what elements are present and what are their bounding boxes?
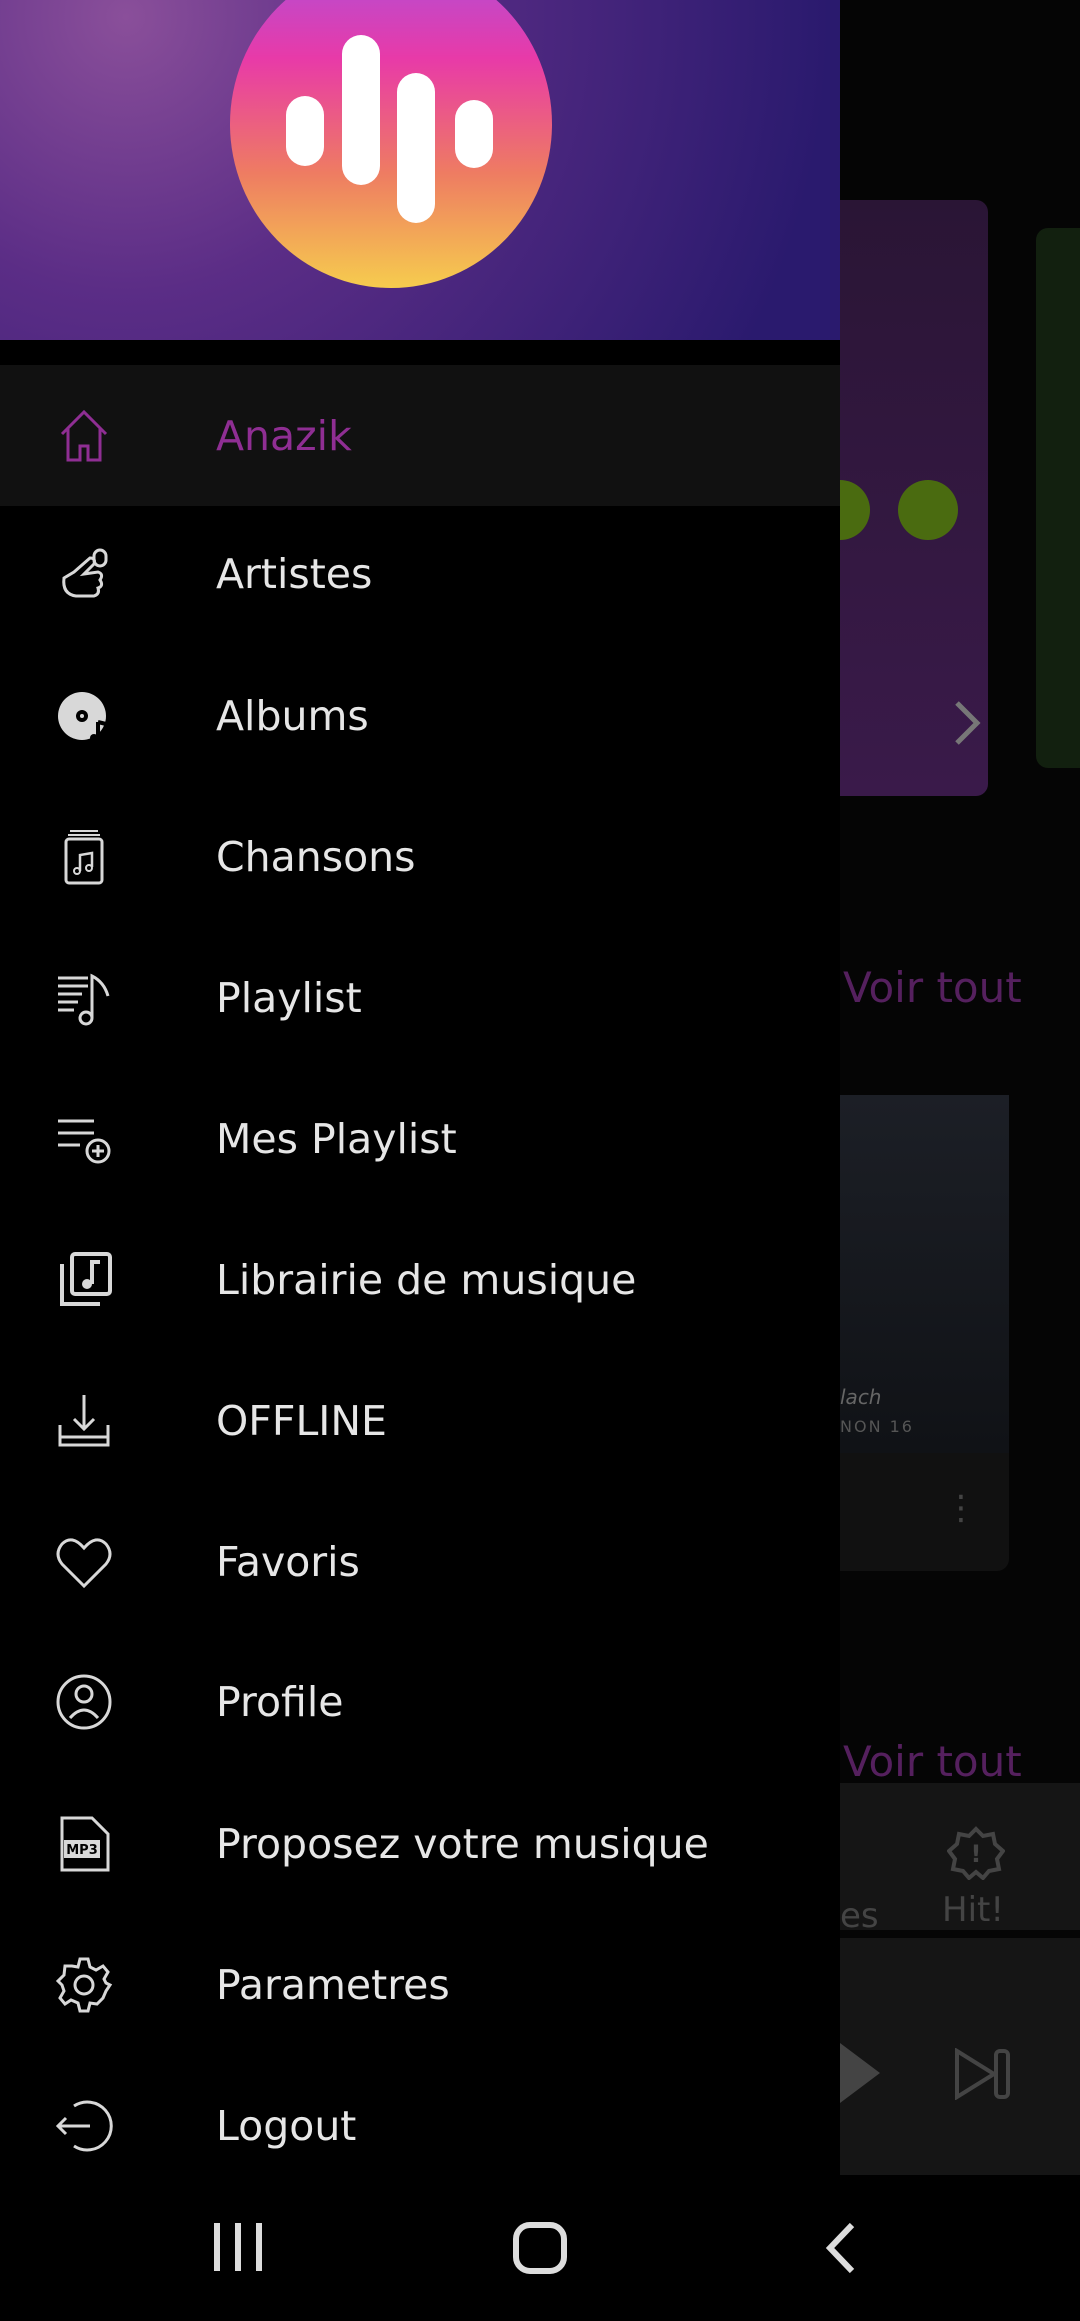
download-icon xyxy=(0,1391,168,1451)
music-file-icon xyxy=(0,827,168,887)
background-home-screen: Voir tout lach NON 16 ⋮ Voir tout es ! H… xyxy=(840,0,1080,2175)
navigation-drawer: Anazik Artistes Albums Chansons Playlist Mes … xyxy=(0,0,840,2175)
mini-player xyxy=(840,1938,1080,2175)
featured-card[interactable] xyxy=(840,200,988,796)
more-vertical-icon[interactable]: ⋮ xyxy=(944,1488,978,1528)
playlist-icon xyxy=(0,968,168,1028)
tab-label[interactable]: es xyxy=(840,1896,879,1936)
mp3-file-icon: MP3 xyxy=(0,1814,168,1874)
home-button-icon[interactable] xyxy=(512,2221,568,2275)
logout-icon xyxy=(0,2096,168,2156)
drawer-header xyxy=(0,0,840,340)
drawer-item-label: Proposez votre musique xyxy=(216,1819,709,1868)
recent-apps-icon[interactable] xyxy=(212,2221,264,2273)
user-circle-icon xyxy=(0,1672,168,1732)
drawer-item-playlist[interactable]: Playlist xyxy=(0,927,840,1068)
home-icon xyxy=(0,406,168,466)
drawer-item-label: Chansons xyxy=(216,832,416,881)
drawer-item-label: Logout xyxy=(216,2101,357,2150)
drawer-item-artistes[interactable]: Artistes xyxy=(0,503,840,644)
svg-text:MP3: MP3 xyxy=(66,1843,98,1858)
tab-hit[interactable]: Hit! xyxy=(942,1890,1004,1930)
vinyl-icon xyxy=(0,686,168,746)
svg-text:!: ! xyxy=(971,1840,982,1868)
heart-icon xyxy=(0,1532,168,1592)
chevron-right-icon[interactable] xyxy=(952,698,982,748)
drawer-item-mes-playlist[interactable]: Mes Playlist xyxy=(0,1068,840,1209)
play-icon[interactable] xyxy=(840,2043,880,2103)
badge-alert-icon[interactable]: ! xyxy=(947,1826,1005,1880)
back-icon[interactable] xyxy=(822,2221,858,2275)
gear-icon xyxy=(0,1955,168,2015)
app-logo xyxy=(230,0,552,288)
drawer-item-label: OFFLINE xyxy=(216,1396,387,1445)
drawer-item-label: Albums xyxy=(216,691,369,740)
drawer-item-librairie-de-musique[interactable]: Librairie de musique xyxy=(0,1209,840,1350)
drawer-item-label: Playlist xyxy=(216,973,362,1022)
drawer-item-proposez-votre-musique[interactable]: MP3 Proposez votre musique xyxy=(0,1773,840,1914)
hand-mic-icon xyxy=(0,544,168,604)
drawer-item-chansons[interactable]: Chansons xyxy=(0,786,840,927)
drawer-item-label: Librairie de musique xyxy=(216,1255,637,1304)
system-navigation-bar xyxy=(0,2175,1080,2321)
drawer-item-label: Favoris xyxy=(216,1537,360,1586)
featured-card-2[interactable] xyxy=(1036,228,1080,768)
see-all-link[interactable]: Voir tout xyxy=(843,963,1022,1012)
drawer-item-anazik[interactable]: Anazik xyxy=(0,365,840,506)
drawer-item-label: Parametres xyxy=(216,1960,450,2009)
drawer-item-offline[interactable]: OFFLINE xyxy=(0,1350,840,1491)
drawer-item-label: Anazik xyxy=(216,411,352,460)
drawer-item-label: Artistes xyxy=(216,549,373,598)
music-library-icon xyxy=(0,1250,168,1310)
album-card[interactable]: lach NON 16 ⋮ xyxy=(840,1095,1009,1571)
drawer-item-albums[interactable]: Albums xyxy=(0,645,840,786)
drawer-item-parametres[interactable]: Parametres xyxy=(0,1914,840,2055)
see-all-link[interactable]: Voir tout xyxy=(843,1737,1022,1786)
playlist-add-icon xyxy=(0,1109,168,1169)
drawer-item-favoris[interactable]: Favoris xyxy=(0,1491,840,1632)
drawer-item-label: Mes Playlist xyxy=(216,1114,457,1163)
drawer-item-label: Profile xyxy=(216,1677,344,1726)
drawer-item-profile[interactable]: Profile xyxy=(0,1631,840,1772)
skip-next-icon[interactable] xyxy=(954,2048,1012,2100)
